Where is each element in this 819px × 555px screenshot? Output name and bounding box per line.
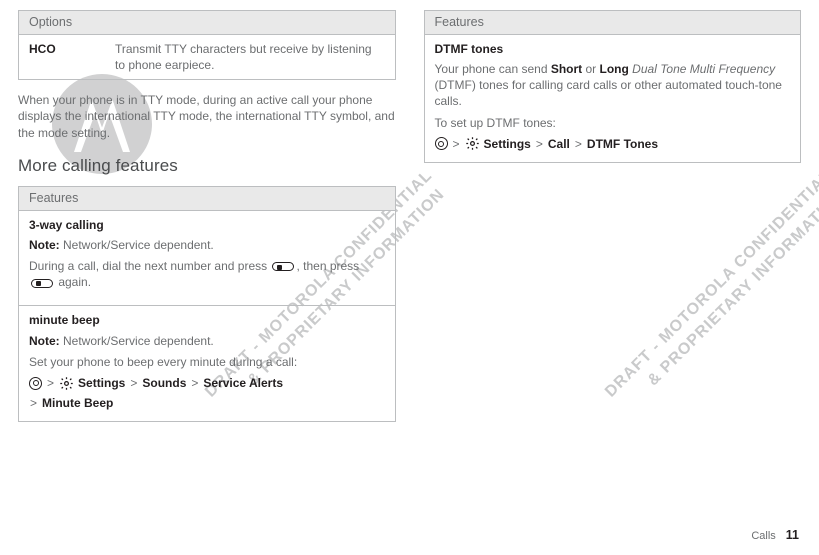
feature-title: 3-way calling xyxy=(29,217,385,233)
note-text: Network/Service dependent. xyxy=(60,238,214,252)
dtmf-body: Your phone can send Short or Long Dual T… xyxy=(435,61,791,110)
settings-icon xyxy=(59,376,74,391)
options-table: Options HCO Transmit TTY characters but … xyxy=(18,10,396,80)
settings-icon xyxy=(465,136,480,151)
page-footer: Calls 11 xyxy=(751,527,799,544)
menu-key-icon xyxy=(435,137,448,150)
left-column: Options HCO Transmit TTY characters but … xyxy=(18,10,396,555)
minute-beep-desc: Set your phone to beep every minute duri… xyxy=(29,354,385,370)
dtmf-setup: To set up DTMF tones: xyxy=(435,115,791,131)
3way-instruction: During a call, dial the next number and … xyxy=(29,258,385,290)
minute-beep-path: > Settings > Sounds > Service Alerts xyxy=(29,375,385,391)
feature-minute-beep: minute beep Note: Network/Service depend… xyxy=(19,306,395,421)
features-header-left: Features xyxy=(19,186,395,211)
send-key-icon xyxy=(31,279,53,288)
options-header: Options xyxy=(19,10,395,35)
note-label: Note: xyxy=(29,334,60,348)
send-key-icon xyxy=(272,262,294,271)
feature-dtmf: DTMF tones Your phone can send Short or … xyxy=(425,35,801,162)
note-text: Network/Service dependent. xyxy=(60,334,214,348)
feature-title: DTMF tones xyxy=(435,41,791,57)
feature-3way-calling: 3-way calling Note: Network/Service depe… xyxy=(19,211,395,307)
footer-section: Calls xyxy=(751,529,775,544)
features-table-right: Features DTMF tones Your phone can send … xyxy=(424,10,802,163)
hco-desc: Transmit TTY characters but receive by l… xyxy=(115,35,395,79)
feature-title: minute beep xyxy=(29,312,385,328)
tty-paragraph: When your phone is in TTY mode, during a… xyxy=(18,92,396,141)
minute-beep-path-2: > Minute Beep xyxy=(29,395,385,411)
more-calling-features-heading: More calling features xyxy=(18,155,396,178)
menu-key-icon xyxy=(29,377,42,390)
page-number: 11 xyxy=(786,527,799,544)
features-header-right: Features xyxy=(425,10,801,35)
features-table-left: Features 3-way calling Note: Network/Ser… xyxy=(18,186,396,423)
note-label: Note: xyxy=(29,238,60,252)
hco-label: HCO xyxy=(19,35,115,79)
right-column: Features DTMF tones Your phone can send … xyxy=(424,10,802,555)
dtmf-path: > Settings > Call > DTMF Tones xyxy=(435,136,791,152)
